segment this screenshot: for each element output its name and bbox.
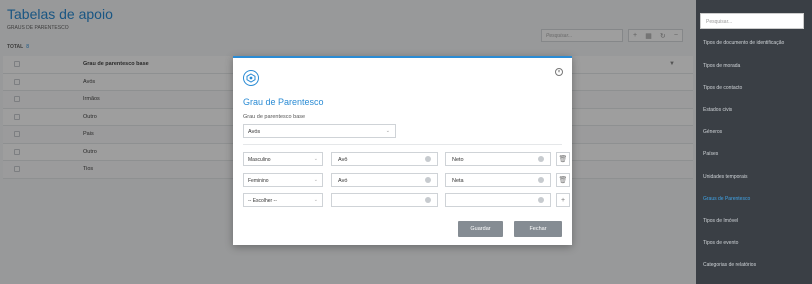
reverse-term-input[interactable] bbox=[445, 193, 551, 207]
chevron-down-icon: ⌄ bbox=[385, 128, 390, 134]
gender-select[interactable]: Feminino ⌄ bbox=[243, 173, 323, 187]
sidebar-item-marital-status[interactable]: Estados civis bbox=[703, 107, 732, 113]
chevron-down-icon: ⌄ bbox=[313, 197, 318, 203]
relation-row: Feminino ⌄ Avó Neta 🗑 bbox=[243, 173, 570, 187]
translate-icon[interactable] bbox=[425, 197, 431, 203]
reverse-term-input[interactable]: Neta bbox=[445, 173, 551, 187]
save-button[interactable]: Guardar bbox=[458, 221, 503, 237]
sidebar: Pesquisar... Tipos de documento de ident… bbox=[696, 0, 812, 284]
close-icon[interactable]: × bbox=[555, 68, 563, 76]
translate-icon[interactable] bbox=[425, 156, 431, 162]
sidebar-item-countries[interactable]: Países bbox=[703, 151, 718, 157]
divider bbox=[243, 144, 562, 145]
gender-select[interactable]: -- Escolher -- ⌄ bbox=[243, 193, 323, 207]
relation-row: -- Escolher -- ⌄ + bbox=[243, 193, 570, 207]
base-field-label: Grau de parentesco base bbox=[243, 114, 306, 120]
trash-icon: 🗑 bbox=[558, 156, 568, 163]
kinship-icon bbox=[243, 70, 259, 86]
sidebar-item-contact-types[interactable]: Tipos de contacto bbox=[703, 85, 742, 91]
chevron-down-icon: ⌄ bbox=[313, 177, 318, 183]
close-button[interactable]: Fechar bbox=[514, 221, 562, 237]
sidebar-item-event-types[interactable]: Tipos de evento bbox=[703, 240, 738, 246]
relation-row: Masculino ⌄ Avô Neto 🗑 bbox=[243, 152, 570, 166]
chevron-down-icon: ⌄ bbox=[313, 156, 318, 162]
trash-icon: 🗑 bbox=[558, 177, 568, 184]
term-input[interactable]: Avó bbox=[331, 173, 438, 187]
sidebar-item-genders[interactable]: Géneros bbox=[703, 129, 722, 135]
sidebar-item-address-types[interactable]: Tipos de morada bbox=[703, 63, 740, 69]
kinship-modal: × Grau de Parentesco Grau de parentesco … bbox=[233, 56, 572, 245]
sidebar-item-property-types[interactable]: Tipos de Imóvel bbox=[703, 218, 738, 224]
plus-icon: + bbox=[560, 196, 566, 204]
delete-button[interactable]: 🗑 bbox=[556, 152, 570, 166]
base-kinship-select[interactable]: Avós ⌄ bbox=[243, 124, 396, 138]
translate-icon[interactable] bbox=[425, 177, 431, 183]
delete-button[interactable]: 🗑 bbox=[556, 173, 570, 187]
sidebar-item-id-documents[interactable]: Tipos de documento de identificação bbox=[703, 40, 784, 46]
translate-icon[interactable] bbox=[538, 177, 544, 183]
term-input[interactable] bbox=[331, 193, 438, 207]
add-button[interactable]: + bbox=[556, 193, 570, 207]
translate-icon[interactable] bbox=[538, 156, 544, 162]
translate-icon[interactable] bbox=[538, 197, 544, 203]
modal-title: Grau de Parentesco bbox=[243, 97, 324, 107]
reverse-term-input[interactable]: Neto bbox=[445, 152, 551, 166]
gender-select[interactable]: Masculino ⌄ bbox=[243, 152, 323, 166]
term-input[interactable]: Avô bbox=[331, 152, 438, 166]
sidebar-item-kinship[interactable]: Graus de Parentesco bbox=[703, 196, 750, 202]
sidebar-item-time-units[interactable]: Unidades temporais bbox=[703, 174, 747, 180]
sidebar-search-input[interactable]: Pesquisar... bbox=[700, 13, 804, 29]
sidebar-item-report-categories[interactable]: Categorias de relatórios bbox=[703, 262, 756, 268]
